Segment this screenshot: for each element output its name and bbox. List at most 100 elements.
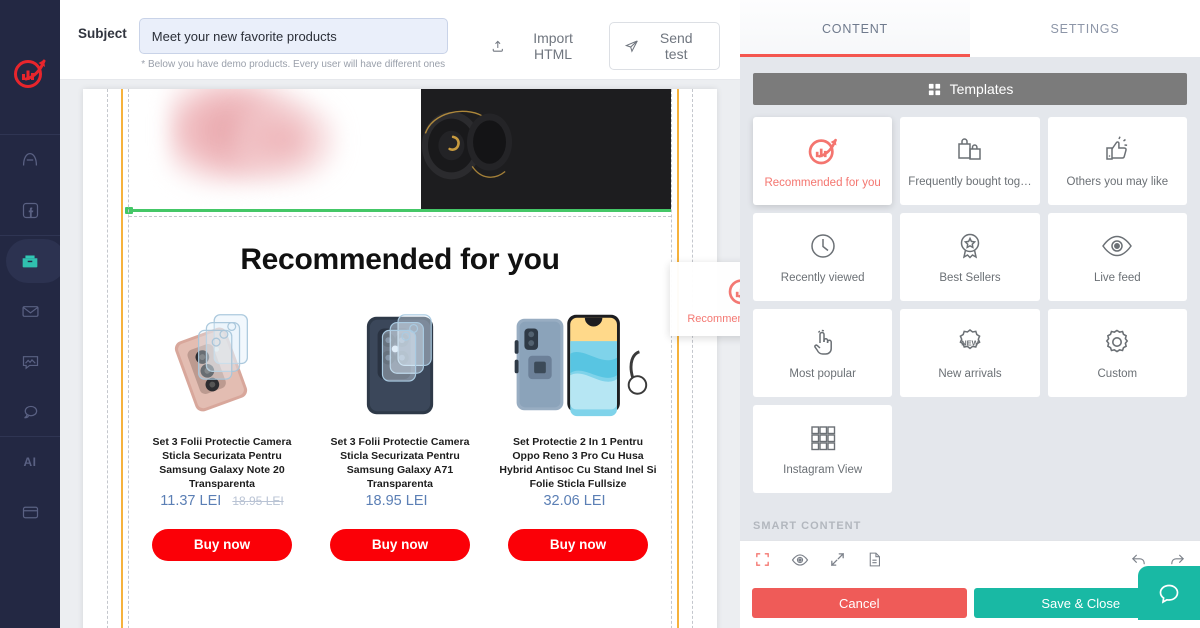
product-price-row: 32.06 LEI	[493, 493, 663, 509]
send-test-button[interactable]: Send test	[608, 22, 720, 70]
template-card-best-sellers[interactable]: Best Sellers	[900, 213, 1040, 301]
rail-group-channels	[0, 135, 60, 235]
document-icon[interactable]	[866, 551, 883, 568]
left-nav-rail: AI	[0, 0, 66, 628]
template-label: Frequently bought tog…	[908, 176, 1032, 188]
expand-arrows-icon[interactable]	[829, 551, 846, 568]
product-price: 32.06 LEI	[543, 492, 606, 509]
editor-topbar: Subject * Below you have demo products. …	[60, 0, 740, 80]
product-title: Set 3 Folii Protectie Camera Sticla Secu…	[330, 435, 470, 491]
right-properties-panel: CONTENT SETTINGS Templates Recommended f…	[740, 0, 1200, 628]
envelope-icon	[21, 305, 39, 317]
template-label: Most popular	[789, 368, 856, 380]
buy-now-button[interactable]: Buy now	[152, 528, 292, 561]
drag-ghost-card[interactable]: Recommended for you	[670, 261, 740, 336]
guide-orange-right	[677, 88, 679, 628]
email-preview-shell[interactable]: Recommended for you Set 3 Folii Protecti…	[83, 88, 717, 628]
chat-widget-button[interactable]	[1138, 566, 1200, 620]
guide-orange-left	[121, 88, 123, 628]
editor-center-column: Subject * Below you have demo products. …	[60, 0, 740, 628]
buy-now-button[interactable]: Buy now	[330, 528, 470, 561]
template-card-live-feed[interactable]: Live feed	[1047, 213, 1187, 301]
product-card[interactable]: Set 3 Folii Protectie Camera Sticla Secu…	[137, 295, 307, 561]
brand-chart-arrow-logo-icon[interactable]	[10, 52, 50, 92]
award-ribbon-icon	[960, 233, 980, 259]
new-badge-icon: NEW	[959, 329, 981, 350]
guide-line-left-inner	[128, 88, 129, 628]
product-title: Set Protectie 2 In 1 Pentru Oppo Reno 3 …	[499, 435, 657, 491]
hero-blurred-graphic-2	[229, 94, 339, 185]
product-title: Set 3 Folii Protectie Camera Sticla Secu…	[152, 435, 292, 491]
product-card[interactable]: Set Protectie 2 In 1 Pentru Oppo Reno 3 …	[493, 295, 663, 561]
sidebar-item-chat[interactable]	[0, 386, 60, 436]
browser-window-icon	[22, 506, 38, 518]
shopping-bags-icon	[958, 138, 981, 160]
sidebar-item-push[interactable]	[0, 336, 60, 386]
svg-text:NEW: NEW	[961, 339, 979, 348]
product-price-row: 18.95 LEI	[315, 493, 485, 509]
product-price: 18.95 LEI	[365, 492, 428, 509]
recommended-block[interactable]: Recommended for you Set 3 Folii Protecti…	[129, 216, 671, 561]
template-card-frequently-bought-together[interactable]: Frequently bought tog…	[900, 117, 1040, 205]
template-label: Instagram View	[783, 464, 863, 476]
guide-line-right-outer	[692, 88, 693, 628]
panel-footer-buttons: Cancel Save & Close	[740, 578, 1200, 628]
product-image	[137, 295, 307, 435]
cancel-button[interactable]: Cancel	[752, 588, 967, 618]
template-card-most-popular[interactable]: Most popular	[753, 309, 893, 397]
hero-banner-row[interactable]	[129, 88, 671, 209]
templates-section-header[interactable]: Templates	[753, 73, 1187, 105]
clock-icon	[810, 234, 835, 258]
template-label: Others you may like	[1066, 176, 1169, 188]
tab-settings[interactable]: SETTINGS	[970, 0, 1200, 57]
email-editor-app: AI Subject * Below you have demo product…	[0, 0, 1200, 628]
email-canvas-area[interactable]: Recommended for you Set 3 Folii Protecti…	[60, 79, 740, 628]
buy-now-button[interactable]: Buy now	[508, 528, 648, 561]
sidebar-item-automation[interactable]	[0, 135, 60, 185]
editor-tools-bar	[740, 540, 1200, 578]
sidebar-item-campaigns[interactable]	[0, 236, 66, 286]
upload-icon	[492, 40, 503, 52]
template-card-others-you-may-like[interactable]: Others you may like	[1047, 117, 1187, 205]
template-card-recommended-for-you[interactable]: Recommended for you	[753, 117, 893, 205]
grid-squares-icon	[810, 426, 835, 451]
subject-label: Subject	[78, 26, 127, 41]
templates-grid: Recommended for you Frequently bought to…	[753, 117, 1187, 493]
chat-bubble-icon	[1159, 584, 1179, 604]
guide-line-left-outer	[107, 88, 108, 628]
template-label: New arrivals	[938, 368, 1002, 380]
subject-input[interactable]	[138, 18, 448, 54]
product-grid: Set 3 Folii Protectie Camera Sticla Secu…	[129, 277, 671, 561]
tab-content[interactable]: CONTENT	[740, 0, 970, 57]
template-label: Live feed	[1093, 272, 1141, 284]
automation-icon	[22, 152, 38, 166]
template-card-new-arrivals[interactable]: NEW New arrivals	[900, 309, 1040, 397]
templates-label: Templates	[949, 81, 1014, 97]
image-message-icon	[22, 355, 38, 370]
smart-content-header: SMART CONTENT	[753, 520, 862, 532]
sidebar-item-forms[interactable]	[0, 487, 60, 537]
product-card[interactable]: Set 3 Folii Protectie Camera Sticla Secu…	[315, 295, 485, 561]
sidebar-item-facebook[interactable]	[0, 185, 60, 235]
subject-field-group: * Below you have demo products. Every us…	[138, 18, 448, 70]
import-html-button[interactable]: Import HTML	[490, 30, 593, 62]
rail-group-tools: AI	[0, 437, 60, 537]
product-image	[493, 295, 663, 435]
import-html-label: Import HTML	[533, 30, 573, 62]
inbox-tray-icon	[22, 255, 38, 268]
template-card-recently-viewed[interactable]: Recently viewed	[753, 213, 893, 301]
sidebar-item-email[interactable]	[0, 286, 60, 336]
template-card-instagram-view[interactable]: Instagram View	[753, 405, 893, 493]
pointing-hand-icon	[813, 329, 832, 355]
rail-group-messaging	[0, 236, 66, 436]
template-label: Recently viewed	[780, 272, 865, 284]
crop-frame-icon[interactable]	[754, 551, 771, 568]
template-label: Custom	[1097, 368, 1138, 380]
panel-tabs: CONTENT SETTINGS	[740, 0, 1200, 57]
recommended-heading: Recommended for you	[240, 242, 560, 276]
eye-icon[interactable]	[791, 551, 809, 569]
template-card-custom[interactable]: Custom	[1047, 309, 1187, 397]
sidebar-item-ai[interactable]: AI	[0, 437, 60, 487]
send-test-label: Send test	[659, 30, 693, 62]
gear-icon	[1106, 329, 1129, 353]
